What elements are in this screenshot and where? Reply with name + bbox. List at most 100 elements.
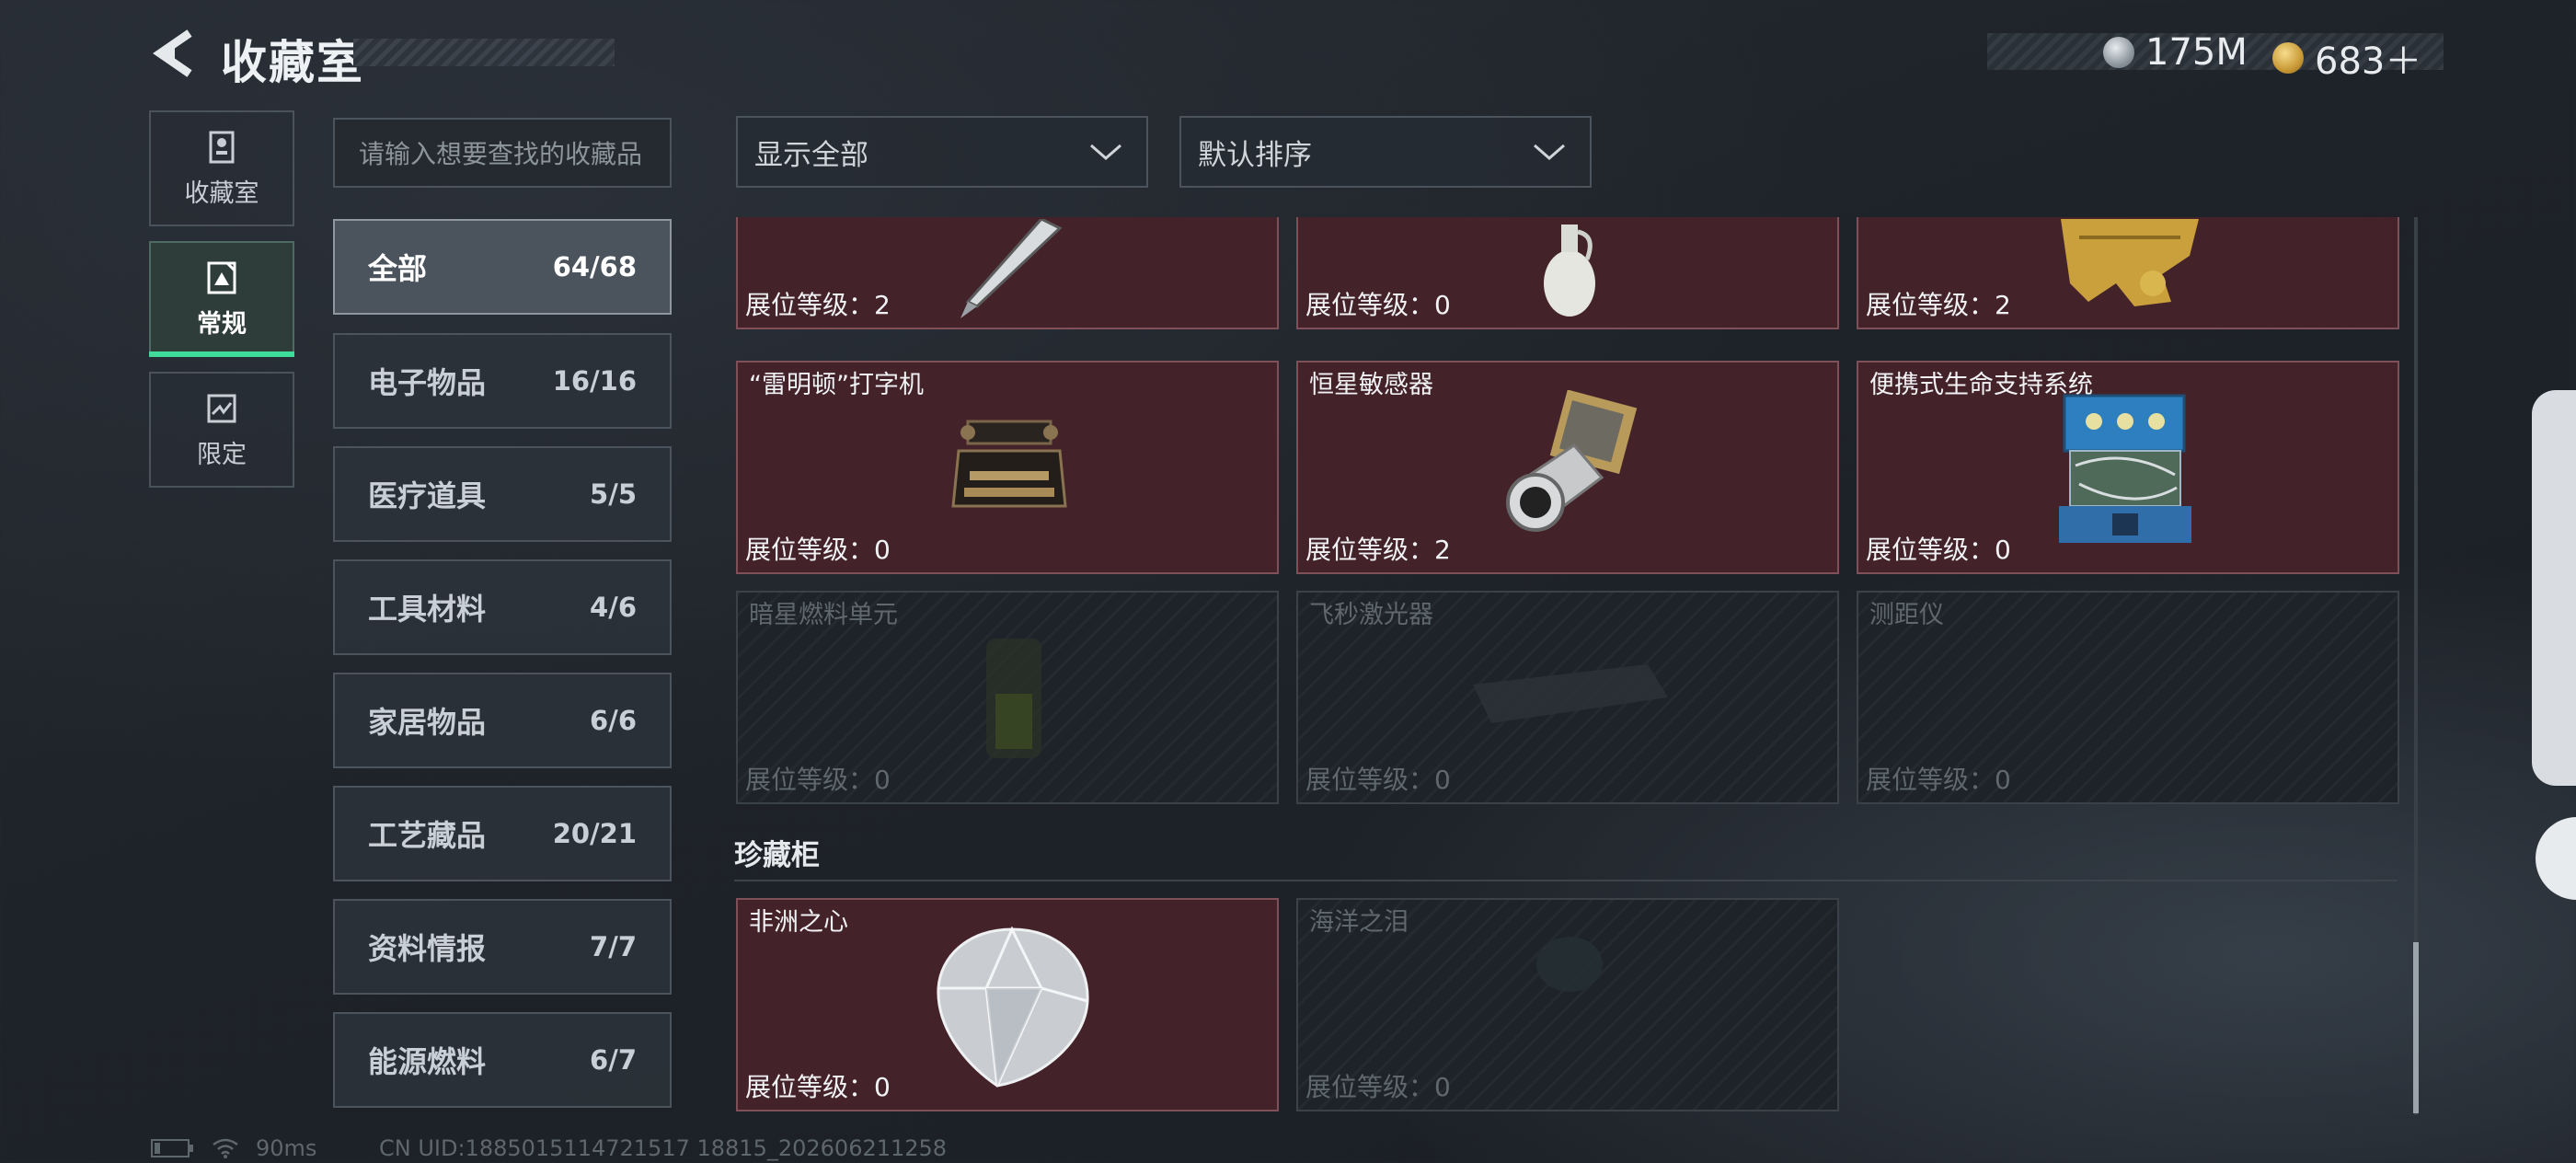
sort-dropdown[interactable]: 默认排序	[1179, 116, 1592, 188]
search-placeholder: 请输入想要查找的收藏品	[359, 139, 643, 169]
back-arrow-icon	[153, 29, 192, 77]
category-name: 工具材料	[368, 592, 487, 627]
limited-icon	[207, 394, 236, 422]
section-title: 珍藏柜	[734, 839, 820, 872]
category-count: 5/5	[590, 478, 637, 510]
sort-value: 默认排序	[1198, 138, 1312, 172]
card-name: 暗星燃料单元	[749, 601, 898, 629]
tab-label: 收藏室	[184, 178, 259, 208]
search-input[interactable]: 请输入想要查找的收藏品	[333, 118, 672, 188]
collection-card[interactable]: 便携式生命支持系统 展位等级：0	[1857, 361, 2399, 574]
status-footer: 90ms	[151, 1135, 316, 1161]
gold-currency[interactable]: 683＋	[2272, 31, 2421, 85]
card-level: 展位等级：0	[745, 765, 891, 795]
collection-card-locked[interactable]: 海洋之泪 展位等级：0	[1296, 898, 1839, 1111]
active-tab-indicator	[149, 351, 294, 357]
star-sensor-image	[1506, 390, 1638, 532]
card-name: 测距仪	[1869, 601, 1944, 629]
category-medical[interactable]: 医疗道具 5/5	[333, 446, 672, 542]
floating-side-button[interactable]	[2536, 817, 2576, 900]
card-name: 飞秒激光器	[1309, 601, 1433, 629]
back-button[interactable]	[147, 28, 202, 79]
card-level: 展位等级：0	[1866, 535, 2011, 565]
category-crafts[interactable]: 工艺藏品 20/21	[333, 786, 672, 881]
card-level: 展位等级：2	[1866, 290, 2011, 320]
category-electronics[interactable]: 电子物品 16/16	[333, 333, 672, 429]
category-intel[interactable]: 资料情报 7/7	[333, 899, 672, 995]
category-name: 家居物品	[368, 705, 487, 740]
uid-text: CN UID:1885015114721517 18815_2026062112…	[379, 1135, 948, 1161]
tab-regular[interactable]: 常规	[149, 241, 294, 357]
collection-card-locked[interactable]: 飞秒激光器 展位等级：0	[1296, 591, 1839, 804]
title-decoration	[353, 39, 615, 66]
document-icon	[207, 261, 236, 294]
card-level: 展位等级：0	[745, 1072, 891, 1102]
category-name: 全部	[368, 251, 428, 286]
page-title: 收藏室	[221, 36, 364, 89]
laser-image	[1473, 664, 1668, 723]
category-count: 64/68	[552, 251, 637, 282]
category-name: 电子物品	[368, 365, 487, 400]
card-name: 海洋之泪	[1309, 908, 1409, 937]
card-level: 展位等级：0	[1866, 765, 2011, 795]
category-name: 工艺藏品	[368, 818, 487, 853]
floating-side-panel[interactable]	[2532, 390, 2576, 786]
display-filter-value: 显示全部	[754, 138, 868, 172]
section-divider	[734, 880, 2398, 881]
category-fuel[interactable]: 能源燃料 6/7	[333, 1012, 672, 1108]
category-count: 6/7	[590, 1044, 637, 1076]
category-household[interactable]: 家居物品 6/6	[333, 673, 672, 768]
tab-collection-room[interactable]: 收藏室	[149, 110, 294, 226]
collection-card[interactable]: “雷明顿”打字机 展位等级：0	[736, 361, 1279, 574]
tab-label: 限定	[197, 440, 247, 469]
category-count: 6/6	[590, 705, 637, 736]
category-count: 20/21	[552, 818, 637, 849]
card-name: 非洲之心	[749, 908, 848, 937]
wifi-icon	[213, 1138, 238, 1158]
card-level: 展位等级：0	[1305, 765, 1451, 795]
tab-limited[interactable]: 限定	[149, 372, 294, 488]
silver-currency: 175M	[2103, 31, 2248, 74]
category-count: 4/6	[590, 592, 637, 623]
card-level: 展位等级：2	[1305, 535, 1451, 565]
collection-card-locked[interactable]: 测距仪 展位等级：0	[1857, 591, 2399, 804]
collection-card[interactable]: 恒星敏感器 展位等级：2	[1296, 361, 1839, 574]
card-level: 展位等级：0	[1305, 1072, 1451, 1102]
silver-coin-icon	[2103, 37, 2134, 68]
battery-icon	[151, 1139, 193, 1157]
ping-value: 90ms	[256, 1135, 317, 1161]
life-support-image	[2059, 394, 2191, 543]
gold-coin-icon	[2272, 42, 2304, 74]
card-level: 展位等级：0	[745, 535, 891, 565]
chevron-down-icon	[1090, 144, 1121, 160]
fuel-cell-image	[986, 639, 1041, 758]
chevron-down-icon	[1534, 144, 1565, 160]
collection-card[interactable]: 非洲之心 展位等级：0	[736, 898, 1279, 1111]
gem-image	[1536, 937, 1603, 992]
typewriter-image	[951, 420, 1067, 508]
silver-currency-value: 175M	[2145, 31, 2248, 74]
white-vase-image	[1544, 225, 1595, 317]
category-name: 能源燃料	[368, 1044, 487, 1079]
diamond-image	[937, 926, 1089, 1088]
collection-card[interactable]: 展位等级：0	[1296, 217, 1839, 329]
category-count: 7/7	[590, 931, 637, 962]
collection-card[interactable]: 展位等级：2	[1857, 217, 2399, 329]
card-name: 恒星敏感器	[1309, 371, 1433, 399]
golden-statue-image	[2061, 219, 2199, 306]
collection-card-locked[interactable]: 暗星燃料单元 展位等级：0	[736, 591, 1279, 804]
category-count: 16/16	[552, 365, 637, 397]
card-level: 展位等级：2	[745, 290, 891, 320]
category-name: 医疗道具	[368, 478, 487, 513]
collection-card[interactable]: 展位等级：2	[736, 217, 1279, 329]
display-filter-dropdown[interactable]: 显示全部	[736, 116, 1148, 188]
fountain-pen-image	[960, 219, 1063, 318]
category-name: 资料情报	[368, 931, 487, 966]
category-all[interactable]: 全部 64/68	[333, 219, 672, 315]
gold-currency-value: 683＋	[2315, 40, 2422, 83]
category-tools[interactable]: 工具材料 4/6	[333, 559, 672, 655]
tab-label: 常规	[197, 309, 247, 339]
collection-grid[interactable]: 展位等级：2 展位等级：0 展位等级：2 “雷明顿”打字机 展位等级：0 恒星敏…	[732, 217, 2416, 1119]
trophy-cabinet-icon	[209, 131, 235, 163]
scrollbar-thumb[interactable]	[2413, 942, 2419, 1113]
